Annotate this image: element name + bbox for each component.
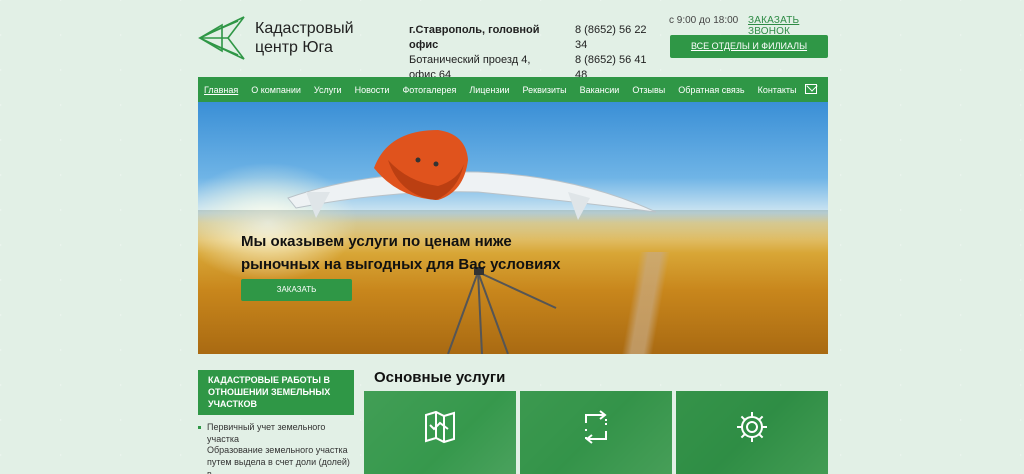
logo[interactable]: Кадастровый центр Юга [198, 14, 398, 62]
nav-item-licenses[interactable]: Лицензии [469, 85, 509, 95]
hero-headline: Мы оказывем услуги по ценам ниже рыночны… [241, 230, 561, 276]
gear-icon [737, 412, 767, 442]
drone-image [287, 130, 657, 220]
hero-line2: рыночных на выгодных для Вас условиях [241, 256, 561, 273]
callback-link[interactable]: ЗАКАЗАТЬ ЗВОНОК [748, 15, 828, 37]
work-hours: с 9:00 до 18:00 [669, 15, 739, 26]
mail-icon[interactable] [805, 84, 817, 94]
phone1-part2[interactable]: 34 [575, 38, 655, 53]
nav-item-requisites[interactable]: Реквизиты [523, 85, 567, 95]
phone1-part1[interactable]: 8 (8652) 56 22 [575, 23, 655, 38]
nav-item-gallery[interactable]: Фотогалерея [402, 85, 456, 95]
main-nav: Главная О компании Услуги Новости Фотога… [198, 77, 828, 102]
nav-item-contacts[interactable]: Контакты [758, 85, 797, 95]
services-title: Основные услуги [374, 369, 506, 386]
nav-item-home[interactable]: Главная [204, 85, 238, 95]
bullet-icon [198, 426, 201, 429]
logo-line2: центр Юга [255, 39, 333, 56]
sidebar-item-line2: путем выдела в счет доли (долей) в [207, 457, 350, 474]
phones: 8 (8652) 56 22 34 8 (8652) 56 41 48 [575, 23, 655, 83]
nav-item-feedback[interactable]: Обратная связь [678, 85, 744, 95]
service-tile-transfer[interactable] [520, 391, 672, 474]
sidebar-heading[interactable]: КАДАСТРОВЫЕ РАБОТЫ В ОТНОШЕНИИ ЗЕМЕЛЬНЫХ… [198, 370, 354, 415]
service-tile-settings[interactable] [676, 391, 828, 474]
sidebar-item-line1: Первичный учет земельного [207, 422, 326, 432]
logo-icon [198, 16, 245, 60]
hero-road [568, 252, 728, 354]
nav-item-news[interactable]: Новости [355, 85, 390, 95]
hero-banner: Мы оказывем услуги по ценам ниже рыночны… [198, 102, 828, 354]
sidebar-item-line1: Образование земельного участка [207, 445, 348, 455]
service-tile-map[interactable] [364, 391, 516, 474]
branches-button[interactable]: ВСЕ ОТДЕЛЫ И ФИЛИАЛЫ [670, 35, 828, 58]
office-info: г.Ставрополь, головной офис Ботанический… [409, 23, 559, 83]
logo-line1: Кадастровый [255, 20, 354, 37]
logo-text: Кадастровый центр Юга [255, 19, 354, 57]
sidebar-item[interactable]: Первичный учет земельного участка [198, 421, 354, 445]
phone2-part1[interactable]: 8 (8652) 56 41 [575, 53, 655, 68]
sidebar-heading-line3: УЧАСТКОВ [208, 399, 257, 409]
office-title: г.Ставрополь, головной офис [409, 24, 540, 51]
map-icon [425, 410, 455, 444]
sidebar-heading-line2: ОТНОШЕНИИ ЗЕМЕЛЬНЫХ [208, 387, 331, 397]
order-button[interactable]: ЗАКАЗАТЬ [241, 279, 352, 301]
hero-line1: Мы оказывем услуги по ценам ниже [241, 233, 512, 250]
nav-item-about[interactable]: О компании [251, 85, 301, 95]
nav-item-vacancies[interactable]: Вакансии [580, 85, 620, 95]
sidebar-item[interactable]: Образование земельного участка путем выд… [198, 444, 354, 474]
nav-item-services[interactable]: Услуги [314, 85, 342, 95]
sidebar-heading-line1: КАДАСТРОВЫЕ РАБОТЫ В [208, 375, 330, 385]
page: Кадастровый центр Юга г.Ставрополь, голо… [198, 0, 828, 474]
transfer-icon [585, 410, 607, 444]
nav-item-reviews[interactable]: Отзывы [632, 85, 665, 95]
